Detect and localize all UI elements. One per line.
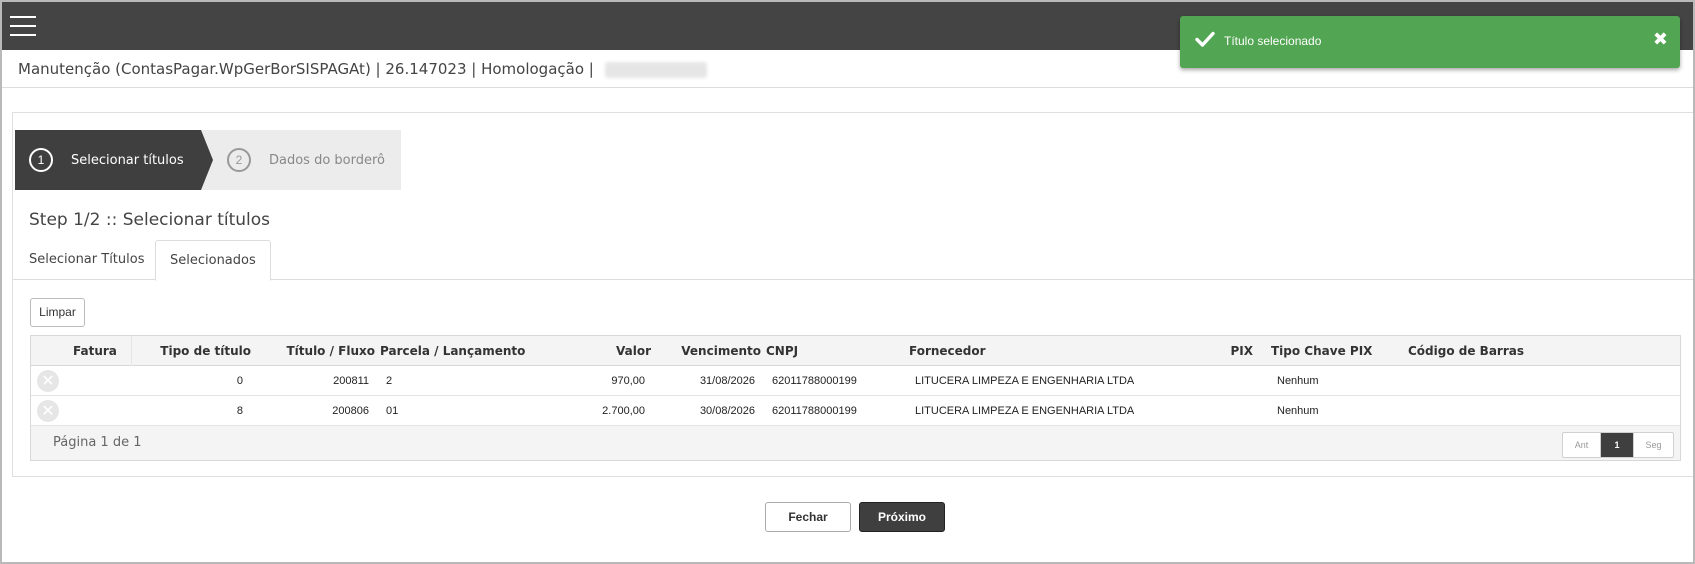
step-arrow — [201, 130, 213, 190]
cell-vencimento: 30/08/2026 — [699, 405, 755, 417]
cell-vencimento: 31/08/2026 — [699, 375, 755, 387]
menu-icon[interactable] — [10, 16, 36, 36]
col-fornecedor[interactable]: Fornecedor — [909, 336, 1209, 366]
col-cnpj[interactable]: CNPJ — [766, 336, 866, 366]
page-header-text: Manutenção (ContasPagar.WpGerBorSISPAGAt… — [18, 60, 707, 78]
redacted-field — [604, 61, 707, 78]
check-icon — [1195, 31, 1215, 47]
table-row[interactable]: ✕ 0 200811 2 970,00 31/08/2026 620117880… — [31, 366, 1680, 396]
cell-fatura — [73, 396, 133, 426]
remove-icon[interactable]: ✕ — [37, 400, 59, 422]
next-button[interactable]: Próximo — [859, 502, 945, 532]
col-vencimento[interactable]: Vencimento — [661, 336, 761, 366]
tab-selecionar-titulos[interactable]: Selecionar Títulos — [15, 240, 158, 280]
next-page-button[interactable]: Seg — [1633, 433, 1673, 457]
toast-message: Título selecionado — [1224, 34, 1322, 48]
cell-titulo: 200806 — [332, 405, 369, 417]
step-label: Dados do borderô — [269, 153, 386, 168]
prev-page-button[interactable]: Ant — [1563, 433, 1601, 457]
cell-fornecedor: LITUCERA LIMPEZA E ENGENHARIA LTDA — [915, 405, 1135, 417]
cell-codigo-barras — [1408, 366, 1588, 396]
table-footer: Página 1 de 1 Ant 1 Seg — [31, 426, 1680, 460]
clear-button[interactable]: Limpar — [30, 298, 85, 327]
col-tipo-chave-pix[interactable]: Tipo Chave PIX — [1271, 336, 1401, 366]
wizard-steps: 1 Selecionar títulos 2 Dados do borderô — [15, 130, 401, 190]
cell-tipo-chave-pix: Nenhum — [1277, 405, 1319, 417]
cell-valor: 970,00 — [611, 375, 645, 387]
cell-titulo: 200811 — [333, 375, 369, 387]
tab-bar: Selecionar Títulos Selecionados — [13, 240, 1693, 281]
step-label: Selecionar títulos — [71, 153, 184, 168]
step-number: 1 — [29, 148, 53, 172]
page-info: Página 1 de 1 — [53, 435, 142, 450]
cell-tipo: 0 — [236, 375, 243, 387]
cell-cnpj: 62011788000199 — [772, 375, 857, 387]
col-parcela[interactable]: Parcela / Lançamento — [380, 336, 540, 366]
cell-tipo-chave-pix: Nenhum — [1277, 375, 1319, 387]
cell-parcela: 2 — [386, 375, 393, 387]
app-window: Manutenção (ContasPagar.WpGerBorSISPAGAt… — [0, 0, 1695, 564]
tab-selecionados[interactable]: Selecionados — [155, 240, 271, 281]
cell-valor: 2.700,00 — [602, 405, 645, 417]
cell-fornecedor: LITUCERA LIMPEZA E ENGENHARIA LTDA — [915, 375, 1135, 387]
wizard-step-1[interactable]: 1 Selecionar títulos — [15, 130, 201, 190]
wizard-step-2[interactable]: 2 Dados do borderô — [201, 130, 401, 190]
pagination: Ant 1 Seg — [1562, 432, 1674, 458]
selected-titles-table: Fatura Tipo de título Título / Fluxo Par… — [30, 335, 1681, 461]
header-text: Manutenção (ContasPagar.WpGerBorSISPAGAt… — [18, 60, 599, 78]
cell-tipo: 8 — [236, 405, 243, 417]
success-toast: Título selecionado ✖ — [1180, 16, 1680, 68]
col-pix[interactable]: PIX — [1181, 336, 1253, 366]
table-row[interactable]: ✕ 8 200806 01 2.700,00 30/08/2026 620117… — [31, 396, 1680, 426]
current-page-button[interactable]: 1 — [1601, 433, 1633, 457]
step-title: Step 1/2 :: Selecionar títulos — [29, 210, 271, 230]
table-header: Fatura Tipo de título Título / Fluxo Par… — [31, 336, 1680, 366]
close-button[interactable]: Fechar — [765, 502, 851, 532]
main-panel: 1 Selecionar títulos 2 Dados do borderô … — [12, 112, 1693, 477]
col-codigo-barras[interactable]: Código de Barras — [1408, 336, 1588, 366]
cell-pix — [1181, 396, 1253, 426]
cell-pix — [1181, 366, 1253, 396]
col-valor[interactable]: Valor — [551, 336, 651, 366]
step-number: 2 — [227, 148, 251, 172]
close-icon[interactable]: ✖ — [1653, 30, 1668, 50]
cell-parcela: 01 — [386, 405, 399, 417]
cell-codigo-barras — [1408, 396, 1588, 426]
col-titulo[interactable]: Título / Fluxo — [255, 336, 375, 366]
cell-fatura — [73, 366, 133, 396]
remove-icon[interactable]: ✕ — [37, 370, 59, 392]
cell-cnpj: 62011788000199 — [772, 405, 857, 417]
col-tipo[interactable]: Tipo de título — [131, 336, 251, 366]
